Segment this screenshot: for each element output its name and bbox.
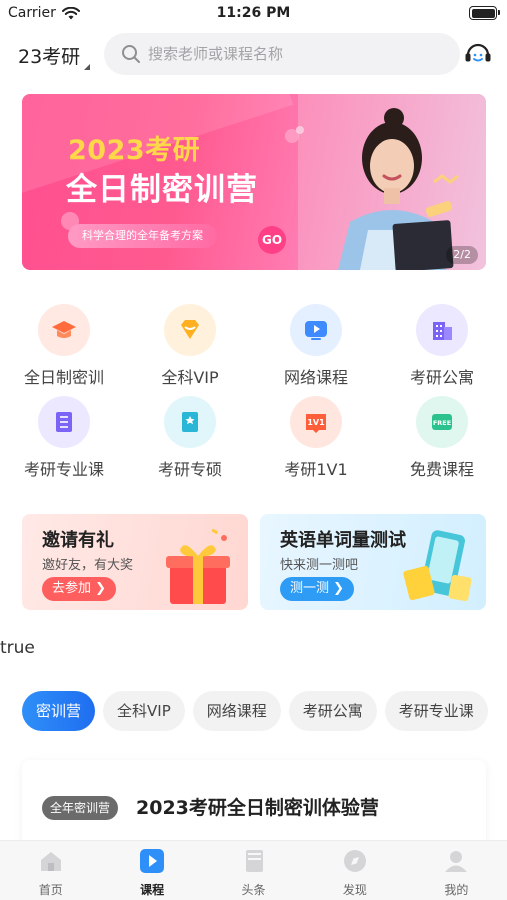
category-apartment[interactable]: 考研公寓 [392,304,492,388]
nav-label: 发现 [342,883,367,897]
home-icon [40,852,61,871]
discover-icon [343,850,366,872]
battery-icon [469,6,500,20]
customer-service-icon[interactable] [462,38,494,70]
nav-discover[interactable]: 发现 [304,841,405,900]
category-online-course[interactable]: 网络课程 [266,304,366,388]
course-tag: 全年密训营 [42,796,119,820]
tab-apartment[interactable]: 考研公寓 [288,691,377,731]
nav-home[interactable]: 首页 [0,841,101,900]
status-time: 11:26 PM [216,5,291,21]
category-label: 免费课程 [409,460,474,479]
invite-subtitle: 邀好友，有大奖 [42,558,134,573]
svg-text:1V1: 1V1 [307,418,325,427]
svg-text:FREE: FREE [433,419,451,427]
vocabulary-test-card[interactable]: 英语单词量测试 快来测一测吧 测一测 ❯ [260,514,486,610]
free-tag-icon: FREE [416,396,468,448]
city-caret-icon [84,64,90,70]
banner-title: 全日制密训营 [66,172,258,208]
invite-title: 邀请有礼 [42,530,114,551]
building-icon [416,304,468,356]
banner-subtitle: 科学合理的全年备考方案 [68,224,217,248]
banner-pager: 2/2 [446,246,478,264]
category-label: 考研专硕 [157,460,222,479]
nav-label: 首页 [38,883,63,897]
tab-training-camp[interactable]: 密训营 [22,691,96,731]
nav-label: 课程 [140,883,165,897]
one-on-one-icon: 1V1 [290,396,342,448]
bottom-nav: 首页 课程 头条 发现 我的 [0,840,507,900]
nav-profile[interactable]: 我的 [406,841,507,900]
tab-online-course[interactable]: 网络课程 [192,691,281,731]
profile-icon [445,851,468,872]
course-tab-row: 密训营 全科VIP 网络课程 考研公寓 考研专业课 [22,691,507,731]
bookmark-book-icon [164,396,216,448]
tab-full-vip[interactable]: 全科VIP [103,691,185,731]
category-label: 全科VIP [161,368,219,387]
news-book-icon [245,850,263,872]
category-vip[interactable]: 全科VIP [140,304,240,388]
tab-major-course[interactable]: 考研专业课 [384,691,488,731]
search-input[interactable] [148,45,428,63]
nav-course[interactable]: 课程 [101,841,202,900]
nav-label: 我的 [444,883,469,897]
vocab-subtitle: 快来测一测吧 [280,558,359,573]
nav-label: 头条 [241,883,266,897]
category-full-time[interactable]: 全日制密训 [14,304,114,388]
graduation-cap-icon [38,304,90,356]
banner-person-image [298,94,486,270]
category-label: 全日制密训 [23,368,104,387]
vocab-test-button[interactable]: 测一测 ❯ [280,577,355,601]
category-label: 网络课程 [283,368,348,387]
category-major[interactable]: 考研专业课 [14,396,114,480]
banner-year: 2023考研 [68,135,201,166]
category-professional[interactable]: 考研专硕 [140,396,240,480]
category-one-on-one[interactable]: 1V1 考研1V1 [266,396,366,480]
book-stack-icon [38,396,90,448]
promo-banner[interactable]: 2023考研 全日制密训营 科学合理的全年备考方案 GO 2/2 [22,94,486,270]
invite-promo-card[interactable]: 邀请有礼 邀好友，有大奖 去参加 ❯ [22,514,248,610]
course-card[interactable]: 全年密训营 2023考研全日制密训体验营 [22,760,486,850]
category-label: 考研专业课 [23,460,104,479]
gift-box-icon [166,528,230,604]
course-play-icon [140,849,165,873]
search-icon [122,45,140,63]
header: 23考研 [0,30,507,80]
nav-news[interactable]: 头条 [203,841,304,900]
banner-go-button[interactable]: GO [258,226,286,254]
invite-join-button[interactable]: 去参加 ❯ [42,577,117,601]
phone-cards-icon [403,530,472,602]
category-label: 考研1V1 [284,460,348,479]
city-selector[interactable]: 23考研 [18,42,80,69]
course-title: 2023考研全日制密训体验营 [136,797,379,819]
category-label: 考研公寓 [409,368,474,387]
diamond-icon [164,304,216,356]
vocab-title: 英语单词量测试 [280,530,406,551]
status-bar: Carrier 11:26 PM [0,0,507,28]
stray-text: true [0,638,35,658]
video-play-icon [290,304,342,356]
category-free[interactable]: FREE 免费课程 [392,396,492,480]
search-bar[interactable] [104,33,460,75]
